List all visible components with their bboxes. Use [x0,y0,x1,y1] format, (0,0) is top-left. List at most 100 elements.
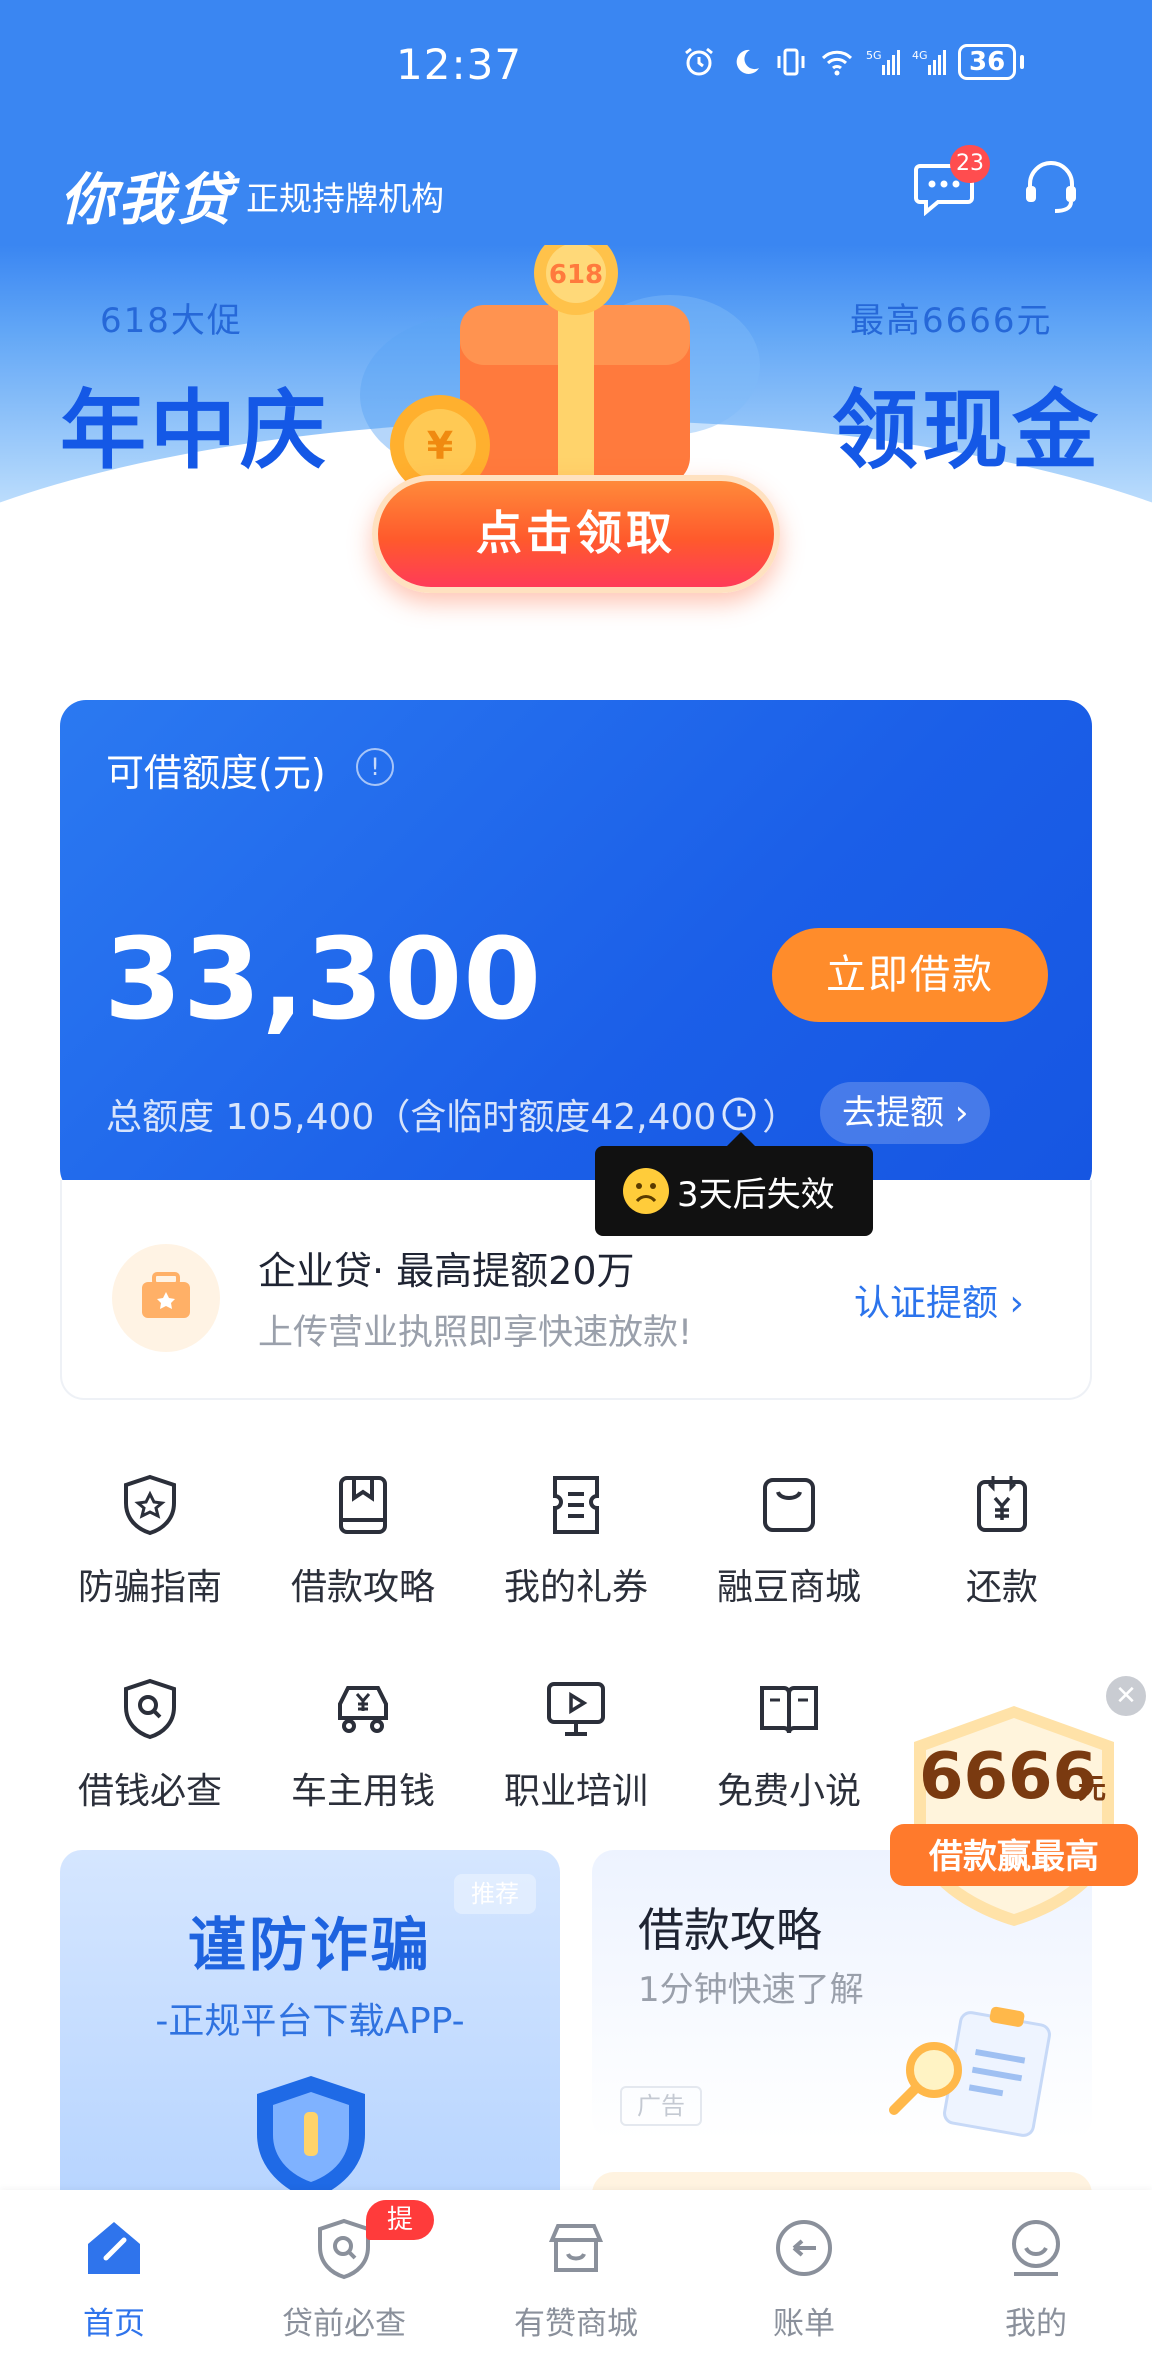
tooltip-text: 3天后失效 [677,1174,835,1215]
customer-service-icon[interactable] [1020,156,1082,218]
car-yen-icon [338,1686,388,1733]
total-limit-close: ） [762,1097,799,1138]
banner-right-small: 最高6666元 [850,301,1053,341]
promo-unit: 元 [1078,1772,1106,1805]
vibrate-icon [777,48,805,76]
briefcase-icon [112,1244,220,1352]
nav-label: 贷前必查 [282,2306,406,2342]
raise-limit-label: 去提额 [842,1093,944,1133]
menu-label: 借钱必查 [77,1771,222,1812]
nav-home[interactable]: 首页 [24,2216,204,2343]
clipboard-magnifier-icon [889,2006,1051,2137]
enterprise-loan-title: 企业贷· 最高提额20万 [258,1249,635,1293]
anti-fraud-subtitle: -正规平台下载APP- [155,2001,465,2042]
nav-profile[interactable]: 我的 [946,2216,1126,2343]
nav-bills[interactable]: 账单 [714,2216,894,2343]
repay-yen-icon [977,1476,1027,1532]
menu-anti-fraud-guide[interactable]: 防骗指南 [60,1472,240,1610]
moon-icon [736,49,759,74]
bookmark-book-icon [339,1476,387,1534]
battery-tip [1020,55,1025,69]
floating-promo[interactable]: 6666 元 借款赢最高 [888,1700,1140,1930]
menu-loan-check[interactable]: 借钱必查 [60,1676,240,1814]
shield-search-icon [124,1678,176,1740]
bill-back-icon [776,2220,832,2276]
certify-raise-link[interactable]: 认证提额 › [854,1274,1024,1326]
shield-illustration [257,2076,365,2190]
store-icon [548,2224,604,2272]
enterprise-loan-subtitle: 上传营业执照即享快速放款! [258,1313,693,1353]
gift-box-illustration: 618 ¥ [360,245,760,495]
brand-subtitle: 正规持牌机构 [246,179,444,218]
profile-icon [1012,2220,1060,2276]
menu-label: 融豆商城 [716,1567,861,1608]
nav-label: 账单 [773,2306,835,2342]
nav-youzan-mall[interactable]: 有赞商城 [486,2216,666,2343]
enterprise-loan-card[interactable]: 企业贷· 最高提额20万 上传营业执照即享快速放款! 认证提额 › [60,1180,1092,1400]
status-bar: 12:37 5G 4G 36 [0,0,1152,135]
promo-caption: 借款赢最高 [928,1837,1099,1877]
gift-618-label: 618 [549,260,603,290]
menu-loan-guide[interactable]: 借款攻略 [273,1472,453,1610]
nav-pre-loan-check[interactable]: 提额 贷前必查 [254,2200,434,2343]
menu-my-coupons[interactable]: 我的礼券 [486,1472,666,1610]
available-amount: 33,300 [104,915,543,1045]
raise-limit-button[interactable]: 去提额 › [820,1082,991,1144]
borrow-now-button[interactable]: 立即借款 [772,928,1048,1022]
menu-repayment[interactable]: 还款 [912,1472,1092,1610]
raise-limit-badge: 提额 [366,2200,434,2275]
credit-card: 可借额度(元) ! 33,300 立即借款 总额度 105,400（含临时额度4… [60,700,1092,1195]
menu-label: 车主用钱 [290,1771,435,1812]
anti-fraud-card[interactable]: 推荐 谨防诈骗 -正规平台下载APP- [60,1850,560,2190]
menu-label: 免费小说 [716,1771,861,1812]
menu-bean-mall[interactable]: 融豆商城 [699,1472,879,1610]
wifi-icon [821,50,853,76]
anti-fraud-title: 谨防诈骗 [187,1911,432,1979]
video-training-icon [547,1682,605,1736]
menu-label: 借款攻略 [290,1567,435,1608]
home-icon [88,2222,140,2274]
alarm-icon [685,47,713,76]
svg-text:5G: 5G [866,49,882,62]
total-limit-line: 总额度 105,400（含临时额度42,400 ） [106,1088,798,1140]
menu-car-owner-cash[interactable]: 车主用钱 [273,1676,453,1814]
svg-text:¥: ¥ [427,424,453,468]
loan-guide-subtitle: 1分钟快速了解 [638,1970,864,2010]
promo-amount: 6666 [919,1740,1097,1814]
svg-text:4G: 4G [912,49,928,62]
bottom-nav: 首页 提额 贷前必查 有赞商城 账单 我的 [0,2190,1152,2376]
credit-limit-label: 可借额度(元) [106,751,326,795]
chevron-right-icon: › [1009,1283,1024,1324]
total-limit-text: 总额度 105,400（含临时额度42,400 [106,1097,717,1138]
message-count-badge: 23 [950,145,990,183]
menu-label: 防骗指南 [77,1567,222,1608]
coupon-icon [553,1476,599,1534]
shield-star-icon [124,1474,176,1536]
ad-tag: 广告 [620,2086,702,2126]
open-book-icon [760,1686,818,1734]
status-icons: 5G 4G 36 [682,44,1025,80]
battery-indicator: 36 [958,44,1017,80]
menu-label: 职业培训 [503,1771,648,1812]
nav-label: 有赞商城 [514,2306,638,2342]
signal-5g-icon: 5G [866,49,900,75]
nav-label: 首页 [83,2306,145,2342]
loan-guide-title: 借款攻略 [638,1903,822,1957]
signal-4g-icon: 4G [912,49,946,75]
status-time: 12:37 [396,40,523,89]
menu-career-training[interactable]: 职业培训 [486,1676,666,1814]
shopping-bag-icon [763,1478,815,1532]
brand-logo: 你我贷 [60,168,234,233]
menu-label: 还款 [965,1567,1038,1608]
promo-banner[interactable]: 618大促 年中庆 最高6666元 领现金 618 ¥ 点击领取 [0,245,1152,635]
sad-face-icon [623,1168,669,1214]
info-icon[interactable]: ! [356,748,394,786]
banner-right-big: 领现金 [832,381,1102,481]
expiry-tooltip: 3天后失效 [595,1132,873,1236]
clock-icon[interactable] [720,1095,758,1133]
claim-button[interactable]: 点击领取 [372,475,780,593]
nav-label: 我的 [1005,2306,1067,2342]
chevron-right-icon: › [954,1093,969,1133]
banner-left-small: 618大促 [100,301,243,341]
menu-free-novels[interactable]: 免费小说 [699,1676,879,1814]
